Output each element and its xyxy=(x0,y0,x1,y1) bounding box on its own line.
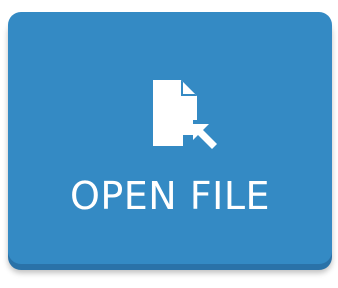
button-label: OPEN FILE xyxy=(69,174,271,218)
open-file-icon xyxy=(149,77,221,149)
open-file-button[interactable]: OPEN FILE xyxy=(8,12,332,264)
page: OPEN FILE xyxy=(0,0,338,288)
